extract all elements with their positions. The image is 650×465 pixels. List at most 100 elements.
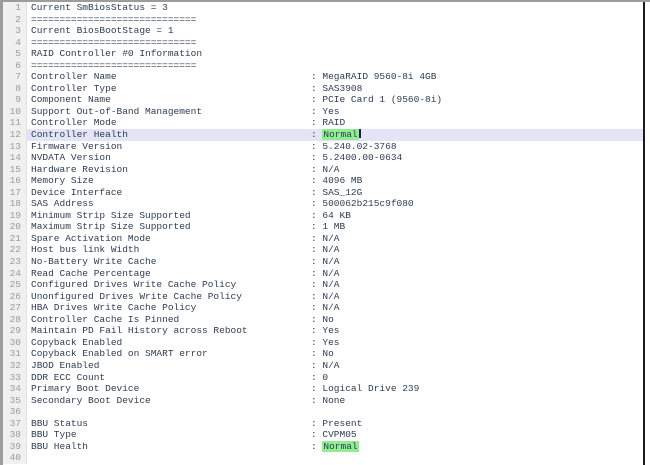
code-line[interactable]: 33 DDR ECC Count: 0	[3, 372, 643, 384]
code-line[interactable]: 17 Device Interface: SAS_12G	[3, 187, 643, 199]
code-line[interactable]: 23 No-Battery Write Cache: N/A	[3, 256, 643, 268]
code-line[interactable]: 1 Current SmBiosStatus = 3	[3, 2, 643, 14]
line-content: Primary Boot Device: Logical Drive 239	[27, 383, 643, 395]
line-number: 15	[3, 164, 27, 176]
text-viewer-pane[interactable]: 1 Current SmBiosStatus = 3 2 ===========…	[0, 2, 645, 465]
code-line[interactable]: 6 =============================	[3, 60, 643, 72]
field-label: Copyback Enabled	[31, 337, 311, 349]
code-line[interactable]: 4 =============================	[3, 37, 643, 49]
line-content: Controller Mode: RAID	[27, 117, 643, 129]
line-content: Device Interface: SAS_12G	[27, 187, 643, 199]
line-content: Read Cache Percentage: N/A	[27, 268, 643, 280]
field-label: BBU Status	[31, 418, 311, 430]
line-number: 18	[3, 198, 27, 210]
code-line[interactable]: 2 =============================	[3, 14, 643, 26]
code-line[interactable]: 18 SAS Address: 500062b215c9f080	[3, 198, 643, 210]
code-line[interactable]: 27 HBA Drives Write Cache Policy: N/A	[3, 302, 643, 314]
field-value: N/A	[322, 244, 339, 255]
code-line[interactable]: 14 NVDATA Version: 5.2400.00-0634	[3, 152, 643, 164]
line-number: 5	[3, 48, 27, 60]
line-number: 35	[3, 395, 27, 407]
line-number: 33	[3, 372, 27, 384]
code-line[interactable]: 15 Hardware Revision: N/A	[3, 164, 643, 176]
field-label: Configured Drives Write Cache Policy	[31, 279, 311, 291]
code-line[interactable]: 25 Configured Drives Write Cache Policy:…	[3, 279, 643, 291]
field-label: Minimum Strip Size Supported	[31, 210, 311, 222]
field-value: Yes	[322, 325, 339, 336]
field-value: 0	[322, 372, 328, 383]
line-content: Controller Type: SAS3908	[27, 83, 643, 95]
code-line[interactable]: 20 Maximum Strip Size Supported: 1 MB	[3, 221, 643, 233]
code-line[interactable]: 12 Controller Health: Normal	[3, 129, 643, 141]
code-line[interactable]: 30 Copyback Enabled: Yes	[3, 337, 643, 349]
code-line[interactable]: 21 Spare Activation Mode: N/A	[3, 233, 643, 245]
code-line[interactable]: 7 Controller Name: MegaRAID 9560-8i 4GB	[3, 71, 643, 83]
field-label: Secondary Boot Device	[31, 395, 311, 407]
line-content: Controller Name: MegaRAID 9560-8i 4GB	[27, 71, 643, 83]
line-number: 8	[3, 83, 27, 95]
line-number: 30	[3, 337, 27, 349]
field-label: Controller Type	[31, 83, 311, 95]
field-value: SAS3908	[322, 83, 362, 94]
line-number: 11	[3, 117, 27, 129]
line-number: 13	[3, 141, 27, 153]
field-value: CVPM05	[322, 429, 356, 440]
code-line[interactable]: 11 Controller Mode: RAID	[3, 117, 643, 129]
code-line[interactable]: 3 Current BiosBootStage = 1	[3, 25, 643, 37]
field-value: N/A	[322, 164, 339, 175]
field-label: Host bus link Width	[31, 244, 311, 256]
line-number: 38	[3, 429, 27, 441]
line-number: 36	[3, 406, 27, 418]
field-value: N/A	[322, 360, 339, 371]
field-value: 5.2400.00-0634	[322, 152, 402, 163]
code-line[interactable]: 19 Minimum Strip Size Supported: 64 KB	[3, 210, 643, 222]
field-label: Firmware Version	[31, 141, 311, 153]
code-line[interactable]: 26 Unonfigured Drives Write Cache Policy…	[3, 291, 643, 303]
code-line[interactable]: 16 Memory Size: 4096 MB	[3, 175, 643, 187]
line-number: 16	[3, 175, 27, 187]
code-line[interactable]: 35 Secondary Boot Device: None	[3, 395, 643, 407]
code-line[interactable]: 38 BBU Type: CVPM05	[3, 429, 643, 441]
line-number: 4	[3, 37, 27, 49]
field-value: PCIe Card 1 (9560-8i)	[322, 94, 442, 105]
code-line[interactable]: 32 JBOD Enabled: N/A	[3, 360, 643, 372]
line-number: 14	[3, 152, 27, 164]
code-line[interactable]: 36	[3, 406, 643, 418]
text-cursor	[359, 129, 361, 138]
line-content: RAID Controller #0 Information	[27, 48, 643, 60]
field-value: Yes	[322, 337, 339, 348]
field-label: Maximum Strip Size Supported	[31, 221, 311, 233]
code-line[interactable]: 10 Support Out-of-Band Management: Yes	[3, 106, 643, 118]
line-content: HBA Drives Write Cache Policy: N/A	[27, 302, 643, 314]
line-content	[27, 406, 643, 418]
line-content: Current SmBiosStatus = 3	[27, 2, 643, 14]
line-number: 26	[3, 291, 27, 303]
line-number: 6	[3, 60, 27, 72]
code-line[interactable]: 22 Host bus link Width: N/A	[3, 244, 643, 256]
code-line[interactable]: 37 BBU Status: Present	[3, 418, 643, 430]
code-line[interactable]: 31 Copyback Enabled on SMART error: No	[3, 348, 643, 360]
field-label: Controller Name	[31, 71, 311, 83]
code-line[interactable]: 39 BBU Health: Normal	[3, 441, 643, 453]
line-content: Current BiosBootStage = 1	[27, 25, 643, 37]
line-number: 22	[3, 244, 27, 256]
field-value: N/A	[322, 279, 339, 290]
field-value: 1 MB	[322, 221, 345, 232]
field-value: N/A	[322, 233, 339, 244]
code-line[interactable]: 5 RAID Controller #0 Information	[3, 48, 643, 60]
line-number: 19	[3, 210, 27, 222]
code-line[interactable]: 29 Maintain PD Fail History across Reboo…	[3, 325, 643, 337]
line-number: 21	[3, 233, 27, 245]
code-line[interactable]: 28 Controller Cache Is Pinned: No	[3, 314, 643, 326]
field-value: Present	[322, 418, 362, 429]
code-line[interactable]: 9 Component Name: PCIe Card 1 (9560-8i)	[3, 94, 643, 106]
code-line[interactable]: 24 Read Cache Percentage: N/A	[3, 268, 643, 280]
code-line[interactable]: 34 Primary Boot Device: Logical Drive 23…	[3, 383, 643, 395]
code-line[interactable]: 40	[3, 452, 643, 464]
code-line[interactable]: 8 Controller Type: SAS3908	[3, 83, 643, 95]
line-content: NVDATA Version: 5.2400.00-0634	[27, 152, 643, 164]
field-label: Unonfigured Drives Write Cache Policy	[31, 291, 311, 303]
field-label: JBOD Enabled	[31, 360, 311, 372]
code-line[interactable]: 13 Firmware Version: 5.240.02-3768	[3, 141, 643, 153]
line-content: Host bus link Width: N/A	[27, 244, 643, 256]
